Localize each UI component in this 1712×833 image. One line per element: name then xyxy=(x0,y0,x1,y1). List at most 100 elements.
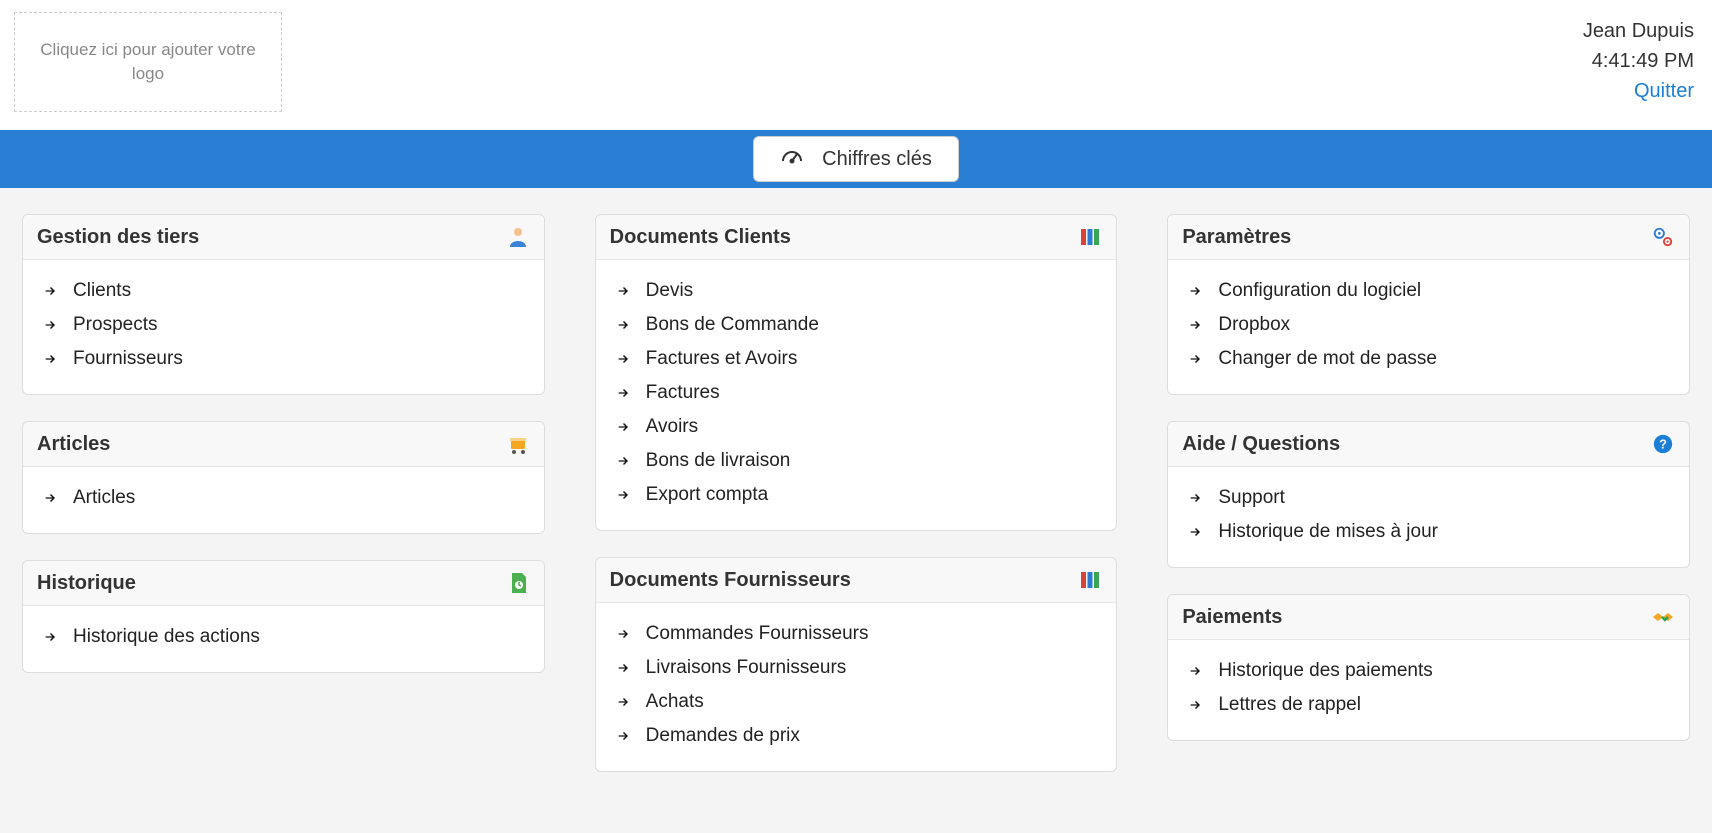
card-title: Documents Fournisseurs xyxy=(610,569,851,592)
card-body: Devis Bons de Commande Factures et Avoirs F… xyxy=(596,260,1117,530)
arrow-right-icon xyxy=(616,419,632,435)
person-icon xyxy=(506,225,530,249)
arrow-right-icon xyxy=(43,490,59,506)
dashboard-column: Paramètres Configuration du logiciel Dropb… xyxy=(1167,214,1690,772)
menu-item-label: Dropbox xyxy=(1218,314,1290,336)
card-parametres: Paramètres Configuration du logiciel Dropb… xyxy=(1167,214,1690,395)
menu-item-avoirs[interactable]: Avoirs xyxy=(616,410,1097,444)
menu-item-label: Historique de mises à jour xyxy=(1218,521,1438,543)
arrow-right-icon xyxy=(43,351,59,367)
arrow-right-icon xyxy=(616,626,632,642)
menu-item-prospects[interactable]: Prospects xyxy=(43,308,524,342)
quit-link[interactable]: Quitter xyxy=(1583,76,1694,106)
menu-item-export-compta[interactable]: Export compta xyxy=(616,478,1097,512)
help-icon: ? xyxy=(1651,432,1675,456)
menu-item-label: Bons de livraison xyxy=(646,450,791,472)
dashboard-container: Gestion des tiers Clients Prospects Fournis… xyxy=(0,188,1712,812)
gauge-icon xyxy=(780,147,804,171)
menu-item-label: Fournisseurs xyxy=(73,348,183,370)
menu-item-fournisseurs[interactable]: Fournisseurs xyxy=(43,342,524,376)
card-body: Articles xyxy=(23,467,544,533)
arrow-right-icon xyxy=(616,317,632,333)
arrow-right-icon xyxy=(1188,317,1204,333)
arrow-right-icon xyxy=(1188,351,1204,367)
svg-text:?: ? xyxy=(1659,437,1667,452)
card-body: Clients Prospects Fournisseurs xyxy=(23,260,544,394)
menu-item-factures[interactable]: Factures xyxy=(616,376,1097,410)
blue-bar: Chiffres clés xyxy=(0,130,1712,188)
card-title: Aide / Questions xyxy=(1182,433,1340,456)
card-title: Gestion des tiers xyxy=(37,226,199,249)
menu-item-label: Commandes Fournisseurs xyxy=(646,623,869,645)
menu-item-articles[interactable]: Articles xyxy=(43,481,524,515)
arrow-right-icon xyxy=(43,283,59,299)
arrow-right-icon xyxy=(1188,663,1204,679)
menu-item-clients[interactable]: Clients xyxy=(43,274,524,308)
card-header: Articles xyxy=(23,422,544,467)
menu-item-support[interactable]: Support xyxy=(1188,481,1669,515)
menu-item-historique-de-mises-a-jour[interactable]: Historique de mises à jour xyxy=(1188,515,1669,549)
arrow-right-icon xyxy=(1188,490,1204,506)
arrow-right-icon xyxy=(1188,283,1204,299)
card-body: Historique des paiements Lettres de rappe… xyxy=(1168,640,1689,740)
menu-item-label: Clients xyxy=(73,280,131,302)
menu-item-label: Lettres de rappel xyxy=(1218,694,1361,716)
card-header: Documents Clients xyxy=(596,215,1117,260)
dashboard-column: Gestion des tiers Clients Prospects Fournis… xyxy=(22,214,545,772)
user-time: 4:41:49 PM xyxy=(1583,46,1694,76)
menu-item-factures-et-avoirs[interactable]: Factures et Avoirs xyxy=(616,342,1097,376)
menu-item-dropbox[interactable]: Dropbox xyxy=(1188,308,1669,342)
menu-item-historique-des-paiements[interactable]: Historique des paiements xyxy=(1188,654,1669,688)
card-header: Historique xyxy=(23,561,544,606)
card-title: Documents Clients xyxy=(610,226,791,249)
history-icon xyxy=(506,571,530,595)
menu-item-historique-des-actions[interactable]: Historique des actions xyxy=(43,620,524,654)
menu-item-commandes-fournisseurs[interactable]: Commandes Fournisseurs xyxy=(616,617,1097,651)
menu-item-label: Factures et Avoirs xyxy=(646,348,798,370)
card-body: Historique des actions xyxy=(23,606,544,672)
card-header: Documents Fournisseurs xyxy=(596,558,1117,603)
arrow-right-icon xyxy=(616,728,632,744)
card-header: Paramètres xyxy=(1168,215,1689,260)
menu-item-label: Avoirs xyxy=(646,416,698,438)
menu-item-devis[interactable]: Devis xyxy=(616,274,1097,308)
arrow-right-icon xyxy=(43,629,59,645)
menu-item-label: Devis xyxy=(646,280,694,302)
menu-item-configuration-du-logiciel[interactable]: Configuration du logiciel xyxy=(1188,274,1669,308)
card-title: Paramètres xyxy=(1182,226,1291,249)
logo-placeholder[interactable]: Cliquez ici pour ajouter votre logo xyxy=(14,12,282,112)
menu-item-label: Livraisons Fournisseurs xyxy=(646,657,847,679)
menu-item-label: Achats xyxy=(646,691,704,713)
arrow-right-icon xyxy=(616,351,632,367)
menu-item-changer-de-mot-de-passe[interactable]: Changer de mot de passe xyxy=(1188,342,1669,376)
menu-item-label: Changer de mot de passe xyxy=(1218,348,1437,370)
menu-item-bons-de-livraison[interactable]: Bons de livraison xyxy=(616,444,1097,478)
menu-item-livraisons-fournisseurs[interactable]: Livraisons Fournisseurs xyxy=(616,651,1097,685)
menu-item-label: Historique des actions xyxy=(73,626,260,648)
arrow-right-icon xyxy=(1188,524,1204,540)
card-title: Articles xyxy=(37,433,110,456)
card-paiements: PaiementsHistorique des paiementsLettres… xyxy=(1167,594,1690,741)
arrow-right-icon xyxy=(616,694,632,710)
user-name: Jean Dupuis xyxy=(1583,16,1694,46)
menu-item-label: Export compta xyxy=(646,484,769,506)
card-title: Historique xyxy=(37,572,136,595)
menu-item-achats[interactable]: Achats xyxy=(616,685,1097,719)
card-aide-questions: Aide / Questions? Support Historique de mi… xyxy=(1167,421,1690,568)
binders-icon xyxy=(1078,568,1102,592)
card-body: Commandes Fournisseurs Livraisons Fournis… xyxy=(596,603,1117,771)
dashboard-column: Documents Clients Devis Bons de Commande Fa… xyxy=(595,214,1118,772)
gears-icon xyxy=(1651,225,1675,249)
card-documents-fournisseurs: Documents Fournisseurs Commandes Fourniss… xyxy=(595,557,1118,772)
cart-icon xyxy=(506,432,530,456)
user-block: Jean Dupuis 4:41:49 PM Quitter xyxy=(1583,12,1698,106)
arrow-right-icon xyxy=(616,283,632,299)
top-bar: Cliquez ici pour ajouter votre logo Jean… xyxy=(0,0,1712,130)
card-header: Gestion des tiers xyxy=(23,215,544,260)
menu-item-lettres-de-rappel[interactable]: Lettres de rappel xyxy=(1188,688,1669,722)
card-body: Support Historique de mises à jour xyxy=(1168,467,1689,567)
menu-item-demandes-de-prix[interactable]: Demandes de prix xyxy=(616,719,1097,753)
kpi-button[interactable]: Chiffres clés xyxy=(753,136,959,182)
menu-item-bons-de-commande[interactable]: Bons de Commande xyxy=(616,308,1097,342)
kpi-button-label: Chiffres clés xyxy=(822,148,932,171)
